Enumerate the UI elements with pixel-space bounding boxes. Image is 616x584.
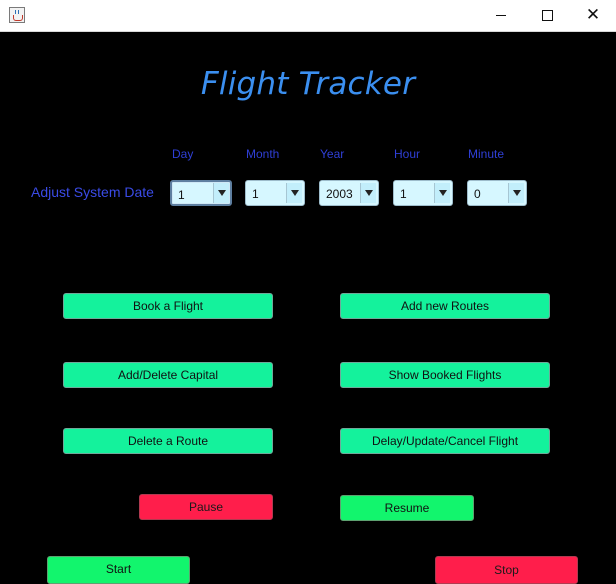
hour-select[interactable]: 1 xyxy=(393,180,453,206)
book-flight-button[interactable]: Book a Flight xyxy=(63,293,273,319)
adjust-system-date-label: Adjust System Date xyxy=(31,184,154,200)
hour-label: Hour xyxy=(394,147,421,161)
minute-label: Minute xyxy=(468,147,505,161)
resume-button[interactable]: Resume xyxy=(340,495,474,521)
maximize-icon xyxy=(541,10,553,21)
add-routes-button[interactable]: Add new Routes xyxy=(340,293,550,319)
delay-update-cancel-flight-button[interactable]: Delay/Update/Cancel Flight xyxy=(340,428,550,454)
delete-route-button[interactable]: Delete a Route xyxy=(63,428,273,454)
chevron-down-icon[interactable] xyxy=(434,183,450,203)
year-select[interactable]: 2003 xyxy=(319,180,379,206)
hour-select-value: 1 xyxy=(400,187,407,201)
chevron-down-icon[interactable] xyxy=(360,183,376,203)
window-titlebar: ✕ xyxy=(0,0,616,32)
minimize-button[interactable] xyxy=(478,0,524,31)
month-select-value: 1 xyxy=(252,187,259,201)
pause-button[interactable]: Pause xyxy=(139,494,273,520)
minute-select-value: 0 xyxy=(474,187,481,201)
chevron-down-icon[interactable] xyxy=(508,183,524,203)
day-select-value: 1 xyxy=(178,188,185,202)
year-label: Year xyxy=(320,147,345,161)
month-label: Month xyxy=(246,147,280,161)
java-cup-icon xyxy=(9,7,25,23)
maximize-button[interactable] xyxy=(524,0,570,31)
close-button[interactable]: ✕ xyxy=(570,0,616,31)
chevron-down-icon[interactable] xyxy=(213,183,229,203)
day-label: Day xyxy=(172,147,194,161)
start-button[interactable]: Start xyxy=(47,556,190,584)
minimize-icon xyxy=(496,15,506,16)
day-select[interactable]: 1 xyxy=(170,180,232,206)
stop-button[interactable]: Stop xyxy=(435,556,578,584)
year-select-value: 2003 xyxy=(326,187,353,201)
show-booked-flights-button[interactable]: Show Booked Flights xyxy=(340,362,550,388)
add-delete-capital-button[interactable]: Add/Delete Capital xyxy=(63,362,273,388)
page-title: Flight Tracker xyxy=(200,66,416,102)
chevron-down-icon[interactable] xyxy=(286,183,302,203)
month-select[interactable]: 1 xyxy=(245,180,305,206)
close-icon: ✕ xyxy=(585,5,601,25)
minute-select[interactable]: 0 xyxy=(467,180,527,206)
